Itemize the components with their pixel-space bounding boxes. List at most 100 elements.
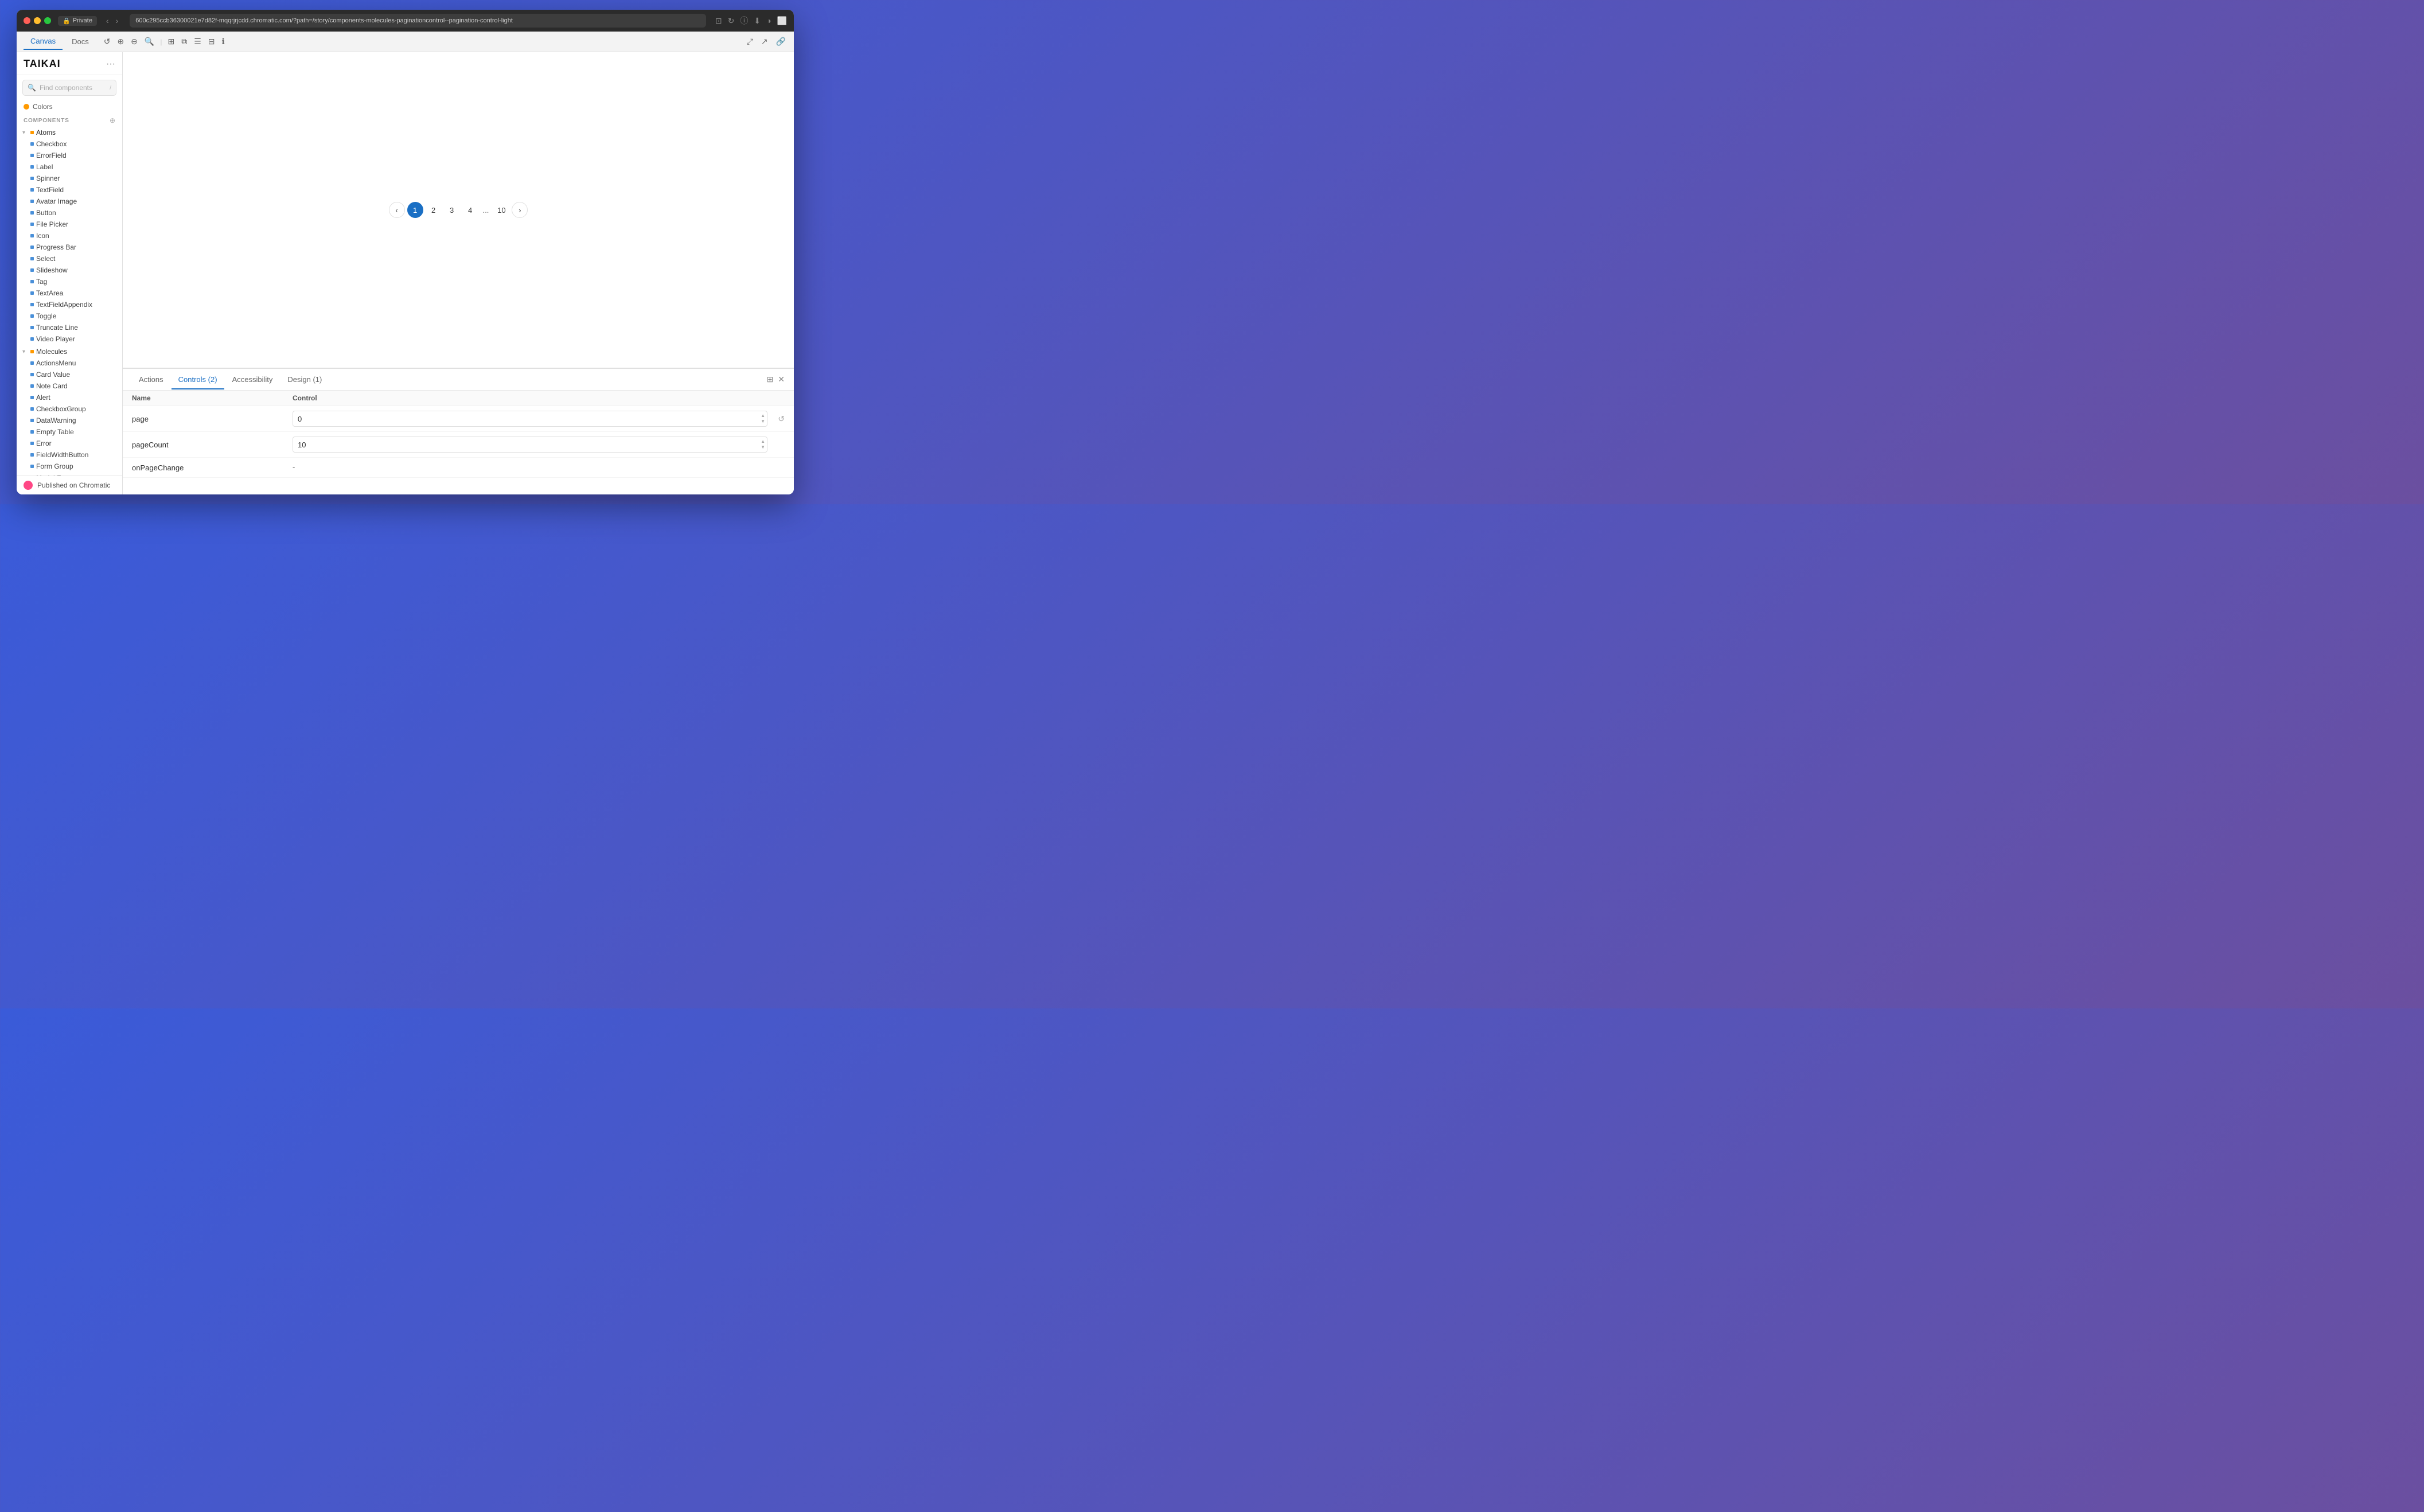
forward-button[interactable]: ›: [114, 15, 121, 26]
sidebar-item-textfield-appendix[interactable]: TextFieldAppendix: [17, 299, 122, 310]
card-value-dot: [30, 373, 34, 376]
sidebar-search[interactable]: 🔍 Find components /: [22, 80, 116, 96]
sidebar-item-actions-menu[interactable]: ActionsMenu: [17, 357, 122, 369]
sidebar-item-textfield[interactable]: TextField: [17, 184, 122, 196]
lock-icon: 🔒: [63, 17, 71, 25]
layout-tool-icon[interactable]: ☰: [193, 36, 202, 48]
sidebar-item-field-width-button[interactable]: FieldWidthButton: [17, 449, 122, 461]
open-icon[interactable]: ↗: [760, 36, 769, 48]
spinner-dot: [30, 177, 34, 180]
zoom-search-icon[interactable]: 🔍: [143, 36, 155, 48]
sidebar-item-avatar-image[interactable]: Avatar Image: [17, 196, 122, 207]
tab-docs[interactable]: Docs: [65, 34, 96, 49]
sidebar-item-textarea[interactable]: TextArea: [17, 287, 122, 299]
atoms-group-header[interactable]: ▾ Atoms: [17, 127, 122, 138]
panel-close-icon[interactable]: ✕: [778, 375, 785, 384]
tab-canvas[interactable]: Canvas: [24, 33, 63, 50]
page-button-1[interactable]: 1: [407, 202, 423, 218]
file-picker-dot: [30, 223, 34, 226]
fullscreen-icon[interactable]: ⤢: [746, 36, 754, 48]
sidebar-item-checkbox-group[interactable]: CheckboxGroup: [17, 403, 122, 415]
sidebar-item-slideshow[interactable]: Slideshow: [17, 264, 122, 276]
sidebar-menu-icon[interactable]: ···: [106, 59, 115, 69]
tab-design[interactable]: Design (1): [280, 371, 329, 389]
close-button[interactable]: [24, 17, 30, 24]
components-toggle-icon[interactable]: ⊕: [110, 116, 115, 124]
tab-bar: Canvas Docs ↺ ⊕ ⊖ 🔍 | ⊞ ⧉ ☰ ⊟ ℹ ⤢ ↗ 🔗: [17, 32, 794, 52]
sidebar-item-checkbox[interactable]: Checkbox: [17, 138, 122, 150]
page-count-increment-icon[interactable]: ▲: [761, 439, 765, 445]
page-increment-icon[interactable]: ▲: [761, 413, 765, 419]
page-button-4[interactable]: 4: [462, 202, 478, 218]
sidebar-item-note-card[interactable]: Note Card: [17, 380, 122, 392]
reset-tool-icon[interactable]: ↺: [103, 36, 112, 48]
sidebar-item-errorfield[interactable]: ErrorField: [17, 150, 122, 161]
back-button[interactable]: ‹: [104, 15, 111, 26]
molecules-expand-icon: ▾: [22, 349, 28, 355]
molecules-group: ▾ Molecules ActionsMenu Card Value: [17, 346, 122, 476]
empty-table-dot: [30, 430, 34, 434]
panel-tool-icon[interactable]: ⊟: [207, 36, 216, 48]
controls-panel: Actions Controls (2) Accessibility Desig…: [123, 368, 794, 494]
sidebar-item-error[interactable]: Error: [17, 438, 122, 449]
page-count-decrement-icon[interactable]: ▼: [761, 445, 765, 450]
tab-controls[interactable]: Controls (2): [172, 371, 224, 389]
panel-tabs: Actions Controls (2) Accessibility Desig…: [123, 369, 794, 391]
sidebar-item-progress-bar[interactable]: Progress Bar: [17, 241, 122, 253]
sidebar-item-tag[interactable]: Tag: [17, 276, 122, 287]
sidebar-footer[interactable]: Published on Chromatic: [17, 476, 122, 494]
ctrl-control-on-page-change: -: [293, 462, 767, 473]
tab-accessibility[interactable]: Accessibility: [225, 371, 280, 389]
url-bar[interactable]: 600c295ccb36300021e7d82f-mqqrjrjcdd.chro…: [130, 14, 706, 28]
page-decrement-icon[interactable]: ▼: [761, 419, 765, 424]
title-bar: 🔒 Private ‹ › 600c295ccb36300021e7d82f-m…: [17, 10, 794, 32]
reset-page-button[interactable]: ↺: [778, 414, 785, 424]
tab-actions[interactable]: Actions: [132, 371, 170, 389]
page-button-2[interactable]: 2: [426, 202, 442, 218]
canvas-preview: ‹ 1 2 3 4 ... 10 ›: [123, 52, 794, 368]
link-icon[interactable]: 🔗: [775, 36, 787, 48]
panel-grid-icon[interactable]: ⊞: [767, 375, 774, 384]
prev-page-button[interactable]: ‹: [389, 202, 405, 218]
sidebar-item-colors[interactable]: Colors: [17, 100, 122, 113]
sidebar-item-button[interactable]: Button: [17, 207, 122, 219]
grid-tool-icon[interactable]: ⊞: [166, 36, 176, 48]
atoms-expand-icon: ▾: [22, 130, 28, 136]
sidebar-item-icon[interactable]: Icon: [17, 230, 122, 241]
sidebar-item-spinner[interactable]: Spinner: [17, 173, 122, 184]
footer-label: Published on Chromatic: [37, 481, 110, 489]
molecules-group-header[interactable]: ▾ Molecules: [17, 346, 122, 357]
checkbox-group-dot: [30, 407, 34, 411]
view-tool-icon[interactable]: ⧉: [180, 36, 188, 48]
maximize-button[interactable]: [44, 17, 51, 24]
sidebar-item-file-picker[interactable]: File Picker: [17, 219, 122, 230]
minimize-button[interactable]: [34, 17, 41, 24]
sidebar-item-alert[interactable]: Alert: [17, 392, 122, 403]
info-tool-icon[interactable]: ℹ: [221, 36, 226, 48]
zoom-out-icon[interactable]: ⊖: [130, 36, 139, 48]
sidebar-item-empty-table[interactable]: Empty Table: [17, 426, 122, 438]
page-input[interactable]: [293, 411, 767, 427]
sidebar-item-video-player[interactable]: Video Player: [17, 333, 122, 345]
sidebar-item-card-value[interactable]: Card Value: [17, 369, 122, 380]
sidebar-logo: TAIKAI ···: [17, 52, 122, 75]
chromatic-icon: [24, 481, 33, 490]
sidebar-item-form-group[interactable]: Form Group: [17, 461, 122, 472]
data-warning-dot: [30, 419, 34, 422]
sidebar-item-data-warning[interactable]: DataWarning: [17, 415, 122, 426]
sidebar-item-select[interactable]: Select: [17, 253, 122, 264]
atoms-group: ▾ Atoms Checkbox ErrorField Label: [17, 127, 122, 345]
next-page-button[interactable]: ›: [512, 202, 528, 218]
page-button-3[interactable]: 3: [444, 202, 460, 218]
toggle-dot: [30, 314, 34, 318]
ctrl-name-on-page-change: onPageChange: [132, 463, 293, 472]
sidebar-item-label[interactable]: Label: [17, 161, 122, 173]
refresh-icon[interactable]: ↻: [728, 16, 735, 26]
extension-icon: ⬜: [777, 16, 787, 26]
sidebar-item-truncate-line[interactable]: Truncate Line: [17, 322, 122, 333]
page-button-10[interactable]: 10: [493, 202, 509, 218]
panel-tab-right: ⊞ ✕: [767, 375, 785, 384]
sidebar-item-toggle[interactable]: Toggle: [17, 310, 122, 322]
zoom-in-icon[interactable]: ⊕: [116, 36, 125, 48]
page-count-input[interactable]: [293, 437, 767, 453]
